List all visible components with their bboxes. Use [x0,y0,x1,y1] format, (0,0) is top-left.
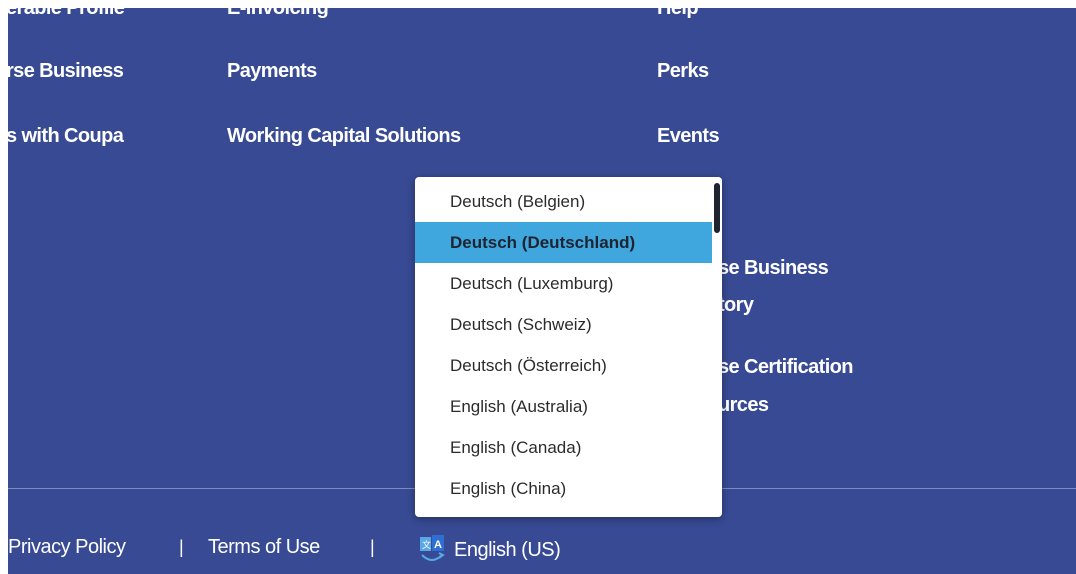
translate-icon: 文 A [420,535,445,561]
language-option[interactable]: Deutsch (Schweiz) [415,304,722,345]
language-option[interactable]: English (China) [415,468,722,509]
language-dropdown[interactable]: Deutsch (Belgien) Deutsch (Deutschland) De… [415,177,722,517]
language-option[interactable]: Deutsch (Deutschland) [415,222,722,263]
nav-link-diverse-business[interactable]: rse Business [8,59,124,83]
privacy-policy-link[interactable]: Privacy Policy [8,535,126,559]
svg-text:文: 文 [422,539,431,550]
footer-separator: | [179,537,184,557]
nav-link-certification-resources-line2[interactable]: urces [718,393,769,417]
nav-link-profile[interactable]: erable Profile [8,8,125,20]
language-label: English (US) [454,538,561,561]
nav-link-help[interactable]: Help [657,8,699,20]
nav-link-e-invoicing[interactable]: E-Invoicing [227,8,329,20]
footer-area: erable Profile rse Business s with Coupa… [8,8,1076,574]
footer-separator: | [370,537,375,557]
nav-link-payments[interactable]: Payments [227,59,317,83]
language-options: Deutsch (Belgien) Deutsch (Deutschland) De… [415,177,722,509]
nav-link-perks[interactable]: Perks [657,59,709,83]
nav-link-diverse-business-directory-line1[interactable]: se Business [718,256,829,280]
nav-link-with-coupa[interactable]: s with Coupa [8,124,124,148]
language-option[interactable]: Deutsch (Belgien) [415,181,722,222]
language-selector[interactable]: 文 A English (US) [418,535,561,565]
terms-of-use-link[interactable]: Terms of Use [208,535,320,559]
language-option[interactable]: Deutsch (Österreich) [415,345,722,386]
language-option[interactable]: English (Canada) [415,427,722,468]
nav-link-certification-resources-line1[interactable]: se Certification [718,355,853,379]
svg-text:A: A [434,539,442,551]
language-option[interactable]: English (Australia) [415,386,722,427]
scrollbar-thumb[interactable] [714,183,720,233]
nav-link-working-capital[interactable]: Working Capital Solutions [227,124,461,148]
language-option[interactable]: Deutsch (Luxemburg) [415,263,722,304]
nav-link-diverse-business-directory-line2[interactable]: tory [718,293,754,317]
nav-link-events[interactable]: Events [657,124,720,148]
dropdown-scrollbar[interactable] [712,177,722,517]
